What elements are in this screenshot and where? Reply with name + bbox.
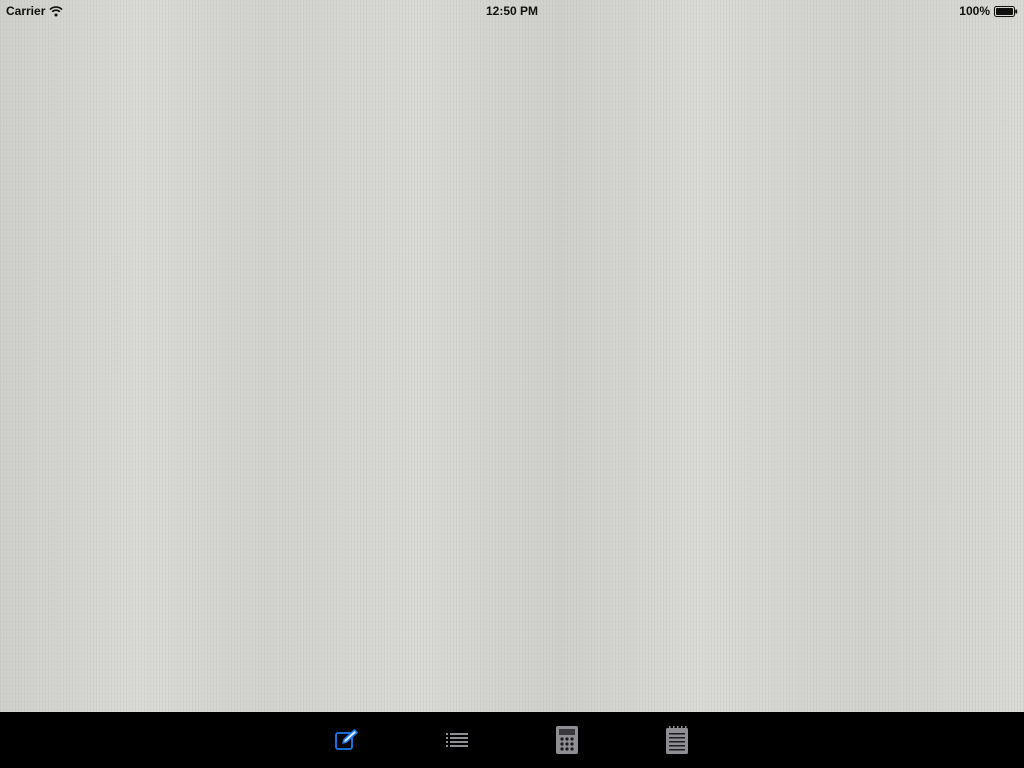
notepad-icon [665,726,689,754]
list-icon [446,732,468,748]
calculator-icon [556,726,578,754]
battery-percent: 100% [959,4,990,18]
tab-notepad[interactable] [655,718,699,762]
tab-bar [0,712,1024,768]
battery-group: 100% [959,4,1018,18]
status-time: 12:50 PM [485,4,539,18]
compose-icon [334,729,360,751]
app-screen: Carrier 12:50 PM 100% [0,0,1024,768]
main-content [0,20,1024,712]
battery-icon [994,5,1018,17]
tab-calculator[interactable] [545,718,589,762]
tab-compose[interactable] [325,718,369,762]
tab-list[interactable] [435,718,479,762]
status-bar: Carrier 12:50 PM 100% [0,0,1024,20]
